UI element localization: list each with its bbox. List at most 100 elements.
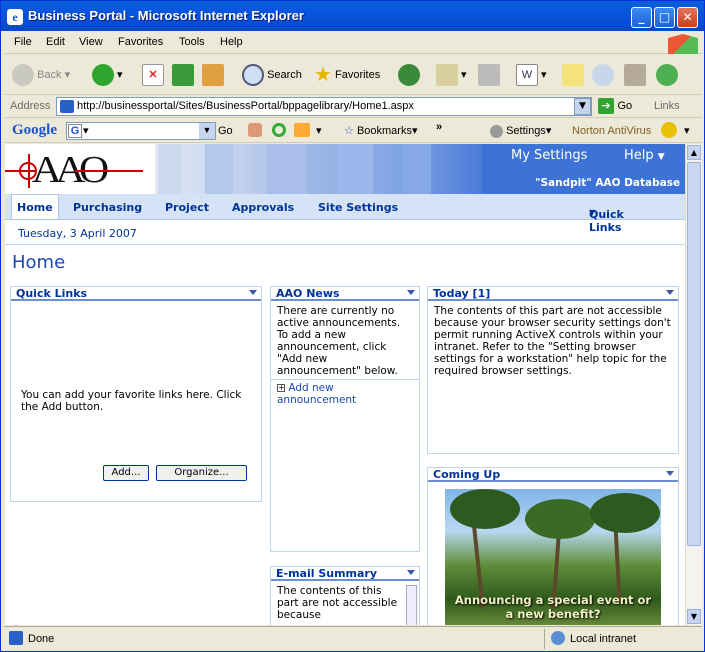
menu-arrow-icon[interactable] bbox=[666, 471, 674, 476]
menu-bar: File Edit View Favorites Tools Help bbox=[4, 32, 702, 54]
news-text: There are currently no active announceme… bbox=[271, 301, 419, 380]
nav-approvals[interactable]: Approvals bbox=[232, 201, 294, 214]
close-button[interactable]: ✕ bbox=[677, 7, 698, 28]
settings-icon bbox=[490, 124, 503, 138]
messenger-button[interactable] bbox=[656, 62, 678, 88]
nav-purchasing[interactable]: Purchasing bbox=[73, 201, 142, 214]
address-label: Address bbox=[10, 100, 51, 112]
favorites-button[interactable]: ★ Favorites bbox=[314, 62, 380, 88]
edit-button[interactable]: W ▾ bbox=[516, 62, 547, 88]
status-page-icon bbox=[9, 631, 23, 645]
standard-toolbar: Back ▾ ▾ ✕ Search ★ Favorites ▾ W ▾ bbox=[4, 55, 702, 95]
today-header[interactable]: Today [1] bbox=[428, 287, 678, 301]
email-summary-part: E-mail Summary The contents of this part… bbox=[270, 566, 420, 625]
page-title: Home bbox=[12, 252, 66, 273]
vertical-scrollbar[interactable]: ▲ ▼ bbox=[685, 144, 702, 625]
gmail-icon[interactable] bbox=[272, 123, 286, 137]
menu-arrow-icon[interactable] bbox=[407, 570, 415, 575]
forward-button[interactable]: ▾ bbox=[92, 62, 123, 88]
popup-blocker-icon[interactable] bbox=[294, 123, 310, 137]
page-content: AAO My Settings Help ▼ "Sandpit" AAO Dat… bbox=[5, 144, 685, 625]
settings-button[interactable]: Settings▾ bbox=[490, 124, 551, 138]
menu-arrow-icon[interactable] bbox=[249, 290, 257, 295]
menu-view[interactable]: View bbox=[79, 36, 103, 48]
event-image: Announcing a special event or a new bene… bbox=[445, 489, 661, 625]
scroll-up-icon[interactable]: ▲ bbox=[687, 145, 701, 160]
word-icon: W bbox=[516, 64, 538, 87]
star-icon: ★ bbox=[314, 64, 332, 87]
scroll-down-icon[interactable]: ▼ bbox=[687, 609, 701, 624]
address-dropdown[interactable]: ▼ bbox=[574, 98, 591, 115]
more-chevron-icon[interactable]: » bbox=[436, 121, 442, 133]
menu-arrow-icon[interactable] bbox=[666, 290, 674, 295]
go-button[interactable]: ➔ Go bbox=[598, 98, 632, 114]
google-toolbar: Google G ▾ ▼ Go ▾ ☆ Bookmarks▾ » Settings▾… bbox=[4, 119, 702, 143]
links-label[interactable]: Links bbox=[654, 100, 680, 112]
aao-news-part: AAO News There are currently no active a… bbox=[270, 286, 420, 552]
menu-tools[interactable]: Tools bbox=[179, 36, 205, 48]
scroll-thumb[interactable] bbox=[687, 162, 701, 546]
top-nav: Home Purchasing Project Approvals Site S… bbox=[5, 194, 685, 234]
menu-arrow-icon[interactable] bbox=[407, 290, 415, 295]
research-button[interactable] bbox=[592, 62, 614, 88]
page-icon bbox=[60, 100, 74, 113]
menu-help[interactable]: Help bbox=[220, 36, 243, 48]
mail-button[interactable]: ▾ bbox=[436, 62, 467, 88]
google-go-button[interactable]: Go bbox=[218, 125, 233, 137]
add-button[interactable]: Add... bbox=[103, 465, 149, 481]
norton-icon[interactable] bbox=[661, 122, 677, 138]
status-bar: Done Local intranet bbox=[4, 626, 702, 650]
window-title: Business Portal - Microsoft Internet Exp… bbox=[28, 8, 304, 23]
print-icon bbox=[478, 64, 500, 87]
email-scrollbar[interactable] bbox=[406, 585, 417, 625]
quick-links-part: Quick Links You can add your favorite li… bbox=[10, 286, 262, 502]
quick-links-header[interactable]: Quick Links bbox=[11, 287, 261, 301]
maximize-button[interactable]: □ bbox=[654, 7, 675, 28]
title-bar: e Business Portal - Microsoft Internet E… bbox=[1, 1, 704, 31]
home-button[interactable] bbox=[202, 62, 224, 88]
history-icon bbox=[398, 64, 420, 87]
research-icon bbox=[592, 64, 614, 87]
nav-project[interactable]: Project bbox=[165, 201, 209, 214]
pagerank-icon[interactable] bbox=[248, 123, 262, 137]
back-arrow-icon bbox=[12, 64, 34, 87]
search-button[interactable]: Search bbox=[242, 62, 302, 88]
history-button[interactable] bbox=[398, 62, 420, 88]
tools-button[interactable] bbox=[624, 62, 646, 88]
my-settings-link[interactable]: My Settings bbox=[511, 148, 587, 163]
address-bar: Address http://businessportal/Sites/Busi… bbox=[4, 96, 702, 118]
stop-button[interactable]: ✕ bbox=[142, 62, 164, 88]
discuss-button[interactable] bbox=[562, 62, 584, 88]
current-date: Tuesday, 3 April 2007 bbox=[18, 227, 137, 240]
coming-up-header[interactable]: Coming Up bbox=[428, 468, 678, 482]
menu-edit[interactable]: Edit bbox=[46, 36, 65, 48]
print-button[interactable] bbox=[478, 62, 500, 88]
email-summary-header[interactable]: E-mail Summary bbox=[271, 567, 419, 581]
google-search-input[interactable]: G ▾ ▼ bbox=[66, 122, 216, 140]
google-g-icon: G bbox=[68, 124, 82, 138]
quick-links-text: You can add your favorite links here. Cl… bbox=[21, 389, 242, 413]
google-logo: Google bbox=[12, 122, 57, 138]
windows-logo-icon bbox=[668, 34, 698, 54]
refresh-button[interactable] bbox=[172, 62, 194, 88]
norton-label[interactable]: Norton AntiVirus bbox=[572, 125, 651, 137]
minimize-button[interactable]: _ bbox=[631, 7, 652, 28]
search-icon bbox=[242, 64, 264, 87]
menu-favorites[interactable]: Favorites bbox=[118, 36, 163, 48]
today-part: Today [1] The contents of this part are … bbox=[427, 286, 679, 454]
back-button[interactable]: Back ▾ bbox=[12, 62, 70, 88]
organize-button[interactable]: Organize... bbox=[156, 465, 247, 481]
nav-home[interactable]: Home bbox=[11, 194, 59, 219]
zone-text: Local intranet bbox=[570, 633, 637, 645]
browser-window: e Business Portal - Microsoft Internet E… bbox=[0, 0, 705, 652]
intranet-icon bbox=[551, 631, 565, 645]
event-caption: Announcing a special event or a new bene… bbox=[454, 593, 652, 621]
bookmark-star-icon: ☆ bbox=[344, 125, 354, 137]
nav-site-settings[interactable]: Site Settings bbox=[318, 201, 398, 214]
address-input[interactable]: http://businessportal/Sites/BusinessPort… bbox=[56, 97, 592, 116]
aao-news-header[interactable]: AAO News bbox=[271, 287, 419, 301]
menu-file[interactable]: File bbox=[14, 36, 32, 48]
bookmarks-button[interactable]: ☆ Bookmarks▾ bbox=[344, 124, 418, 137]
add-announcement-link[interactable]: Add new announcement bbox=[277, 382, 356, 406]
help-menu[interactable]: Help ▼ bbox=[624, 148, 665, 163]
